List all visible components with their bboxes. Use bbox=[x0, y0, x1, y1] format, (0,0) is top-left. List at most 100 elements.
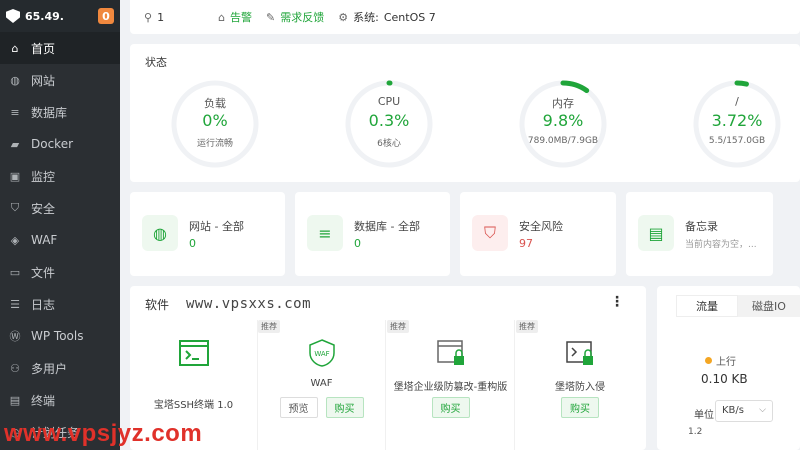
gauge-load[interactable]: 负载 0% 运行流畅 bbox=[170, 79, 260, 169]
bank-icon: ⌂ bbox=[218, 10, 226, 24]
software-name: WAF bbox=[310, 378, 333, 389]
sidebar-item-database[interactable]: ≡ 数据库 bbox=[0, 96, 120, 128]
upstream-legend: 上行 bbox=[705, 353, 736, 368]
software-name: 宝塔SSH终端 1.0 bbox=[153, 400, 234, 411]
sidebar-menu: ⌂ 首页 ◍ 网站 ≡ 数据库 ▰ Docker ▣ 监控 ⛉ 安全 ◈ WAF… bbox=[0, 32, 120, 448]
software-item[interactable]: 推荐 堡塔防入侵 购买 bbox=[516, 320, 644, 450]
terminal-icon bbox=[178, 340, 209, 366]
sidebar-item-website[interactable]: ◍ 网站 bbox=[0, 64, 120, 96]
sidebar-item-home[interactable]: ⌂ 首页 bbox=[0, 32, 120, 64]
sidebar-item-wp-tools[interactable]: Ⓦ WP Tools bbox=[0, 320, 120, 352]
overview-card-website[interactable]: ◍ 网站 - 全部 0 bbox=[130, 192, 285, 276]
sidebar-item-security[interactable]: ⛉ 安全 bbox=[0, 192, 120, 224]
overview-value[interactable]: 0 bbox=[189, 237, 196, 250]
y-axis-tick: 1.2 bbox=[688, 427, 703, 437]
status-title: 状态 bbox=[145, 56, 167, 69]
bt-logo-icon bbox=[6, 9, 20, 23]
home-icon: ⌂ bbox=[11, 41, 19, 55]
alert-link[interactable]: ⌂ 告警 bbox=[218, 9, 252, 25]
overview-value[interactable]: 当前内容为空，... bbox=[685, 237, 757, 250]
memo-icon: ▤ bbox=[638, 215, 674, 251]
software-item[interactable]: 推荐 WAF WAF 预览 购买 bbox=[258, 320, 386, 450]
overview-title: 数据库 - 全部 bbox=[354, 220, 420, 233]
unit-label: 单位 bbox=[694, 410, 714, 421]
gauge-value: 0% bbox=[202, 111, 228, 130]
sidebar-item-label: 首页 bbox=[31, 41, 56, 56]
waf-icon: ◈ bbox=[10, 233, 20, 247]
sidebar-item-monitor[interactable]: ▣ 监控 bbox=[0, 160, 120, 192]
sidebar-item-label: 终端 bbox=[31, 393, 56, 408]
overview-value[interactable]: 97 bbox=[519, 237, 533, 250]
overview-title: 备忘录 bbox=[685, 220, 718, 233]
buy-button[interactable]: 购买 bbox=[325, 397, 364, 418]
message-badge[interactable]: 0 bbox=[98, 8, 114, 24]
sidebar-item-multi-user[interactable]: ⚇ 多用户 bbox=[0, 352, 120, 384]
gauge-cpu[interactable]: CPU 0.3% 6核心 bbox=[344, 79, 434, 169]
system-label: 系统: bbox=[353, 11, 379, 24]
gauge-memory[interactable]: 内存 9.8% 789.0MB/7.9GB bbox=[518, 79, 608, 169]
user-name: 1 bbox=[157, 10, 165, 24]
chevron-down-icon: ⌵ bbox=[759, 405, 766, 415]
sidebar-item-label: 网站 bbox=[31, 73, 56, 88]
overview-value[interactable]: 0 bbox=[354, 237, 361, 250]
unit-select[interactable]: KB/s ⌵ bbox=[715, 400, 773, 422]
gauge-sub: 运行流畅 bbox=[196, 139, 233, 149]
terminal-icon: ▤ bbox=[9, 393, 21, 407]
gauge-label: CPU bbox=[377, 95, 401, 108]
software-buttons: 购买 bbox=[516, 397, 644, 418]
feedback-link[interactable]: ✎ 需求反馈 bbox=[266, 9, 324, 25]
gauge-value: 3.72% bbox=[711, 111, 763, 130]
tab-traffic[interactable]: 流量 bbox=[676, 295, 738, 317]
user-info[interactable]: ⚲ 1 bbox=[144, 11, 164, 24]
overview-card-security-risk[interactable]: ⛉ 安全风险 97 bbox=[460, 192, 616, 276]
sidebar-item-terminal[interactable]: ▤ 终端 bbox=[0, 384, 120, 416]
upstream-dot bbox=[705, 357, 712, 364]
software-title: 软件 bbox=[145, 298, 170, 312]
docker-icon: ▰ bbox=[10, 137, 20, 151]
status-panel: 状态 负载 0% 运行流畅 CPU 0.3% 6核心 内存 9.8% 789.0… bbox=[130, 44, 800, 182]
traffic-tabs: 流量 磁盘IO bbox=[676, 295, 800, 317]
database-icon: ≡ bbox=[10, 105, 20, 119]
sidebar-header: 65.49. 0 bbox=[0, 0, 120, 32]
svg-text:WAF: WAF bbox=[314, 350, 329, 358]
sidebar-item-label: 多用户 bbox=[31, 361, 68, 376]
topbar: ⚲ 1 ⌂ 告警 ✎ 需求反馈 ⚙ 系统: CentOS 7 bbox=[130, 0, 800, 34]
gauge-disk[interactable]: / 3.72% 5.5/157.0GB bbox=[692, 79, 782, 169]
tab-disk-io[interactable]: 磁盘IO bbox=[738, 295, 800, 317]
gauge-sub: 6核心 bbox=[377, 139, 401, 149]
sidebar-item-logs[interactable]: ☰ 日志 bbox=[0, 288, 120, 320]
overview-card-memo[interactable]: ▤ 备忘录 当前内容为空，... bbox=[626, 192, 773, 276]
shield-icon: ⛉ bbox=[10, 201, 20, 214]
overview-title: 网站 - 全部 bbox=[189, 220, 244, 233]
upstream-label: 上行 bbox=[716, 357, 736, 368]
sidebar-item-label: 监控 bbox=[31, 169, 56, 184]
folder-icon: ▭ bbox=[9, 265, 21, 279]
buy-button[interactable]: 购买 bbox=[561, 397, 599, 418]
sidebar-item-docker[interactable]: ▰ Docker bbox=[0, 128, 120, 160]
gauge-label: 内存 bbox=[552, 97, 574, 110]
software-name: 堡塔企业级防篡改-重构版 bbox=[393, 382, 508, 393]
sidebar-item-waf[interactable]: ◈ WAF bbox=[0, 224, 120, 256]
overview-card-database[interactable]: ≡ 数据库 - 全部 0 bbox=[295, 192, 450, 276]
waf-icon: WAF bbox=[308, 339, 335, 367]
sidebar-item-label: WP Tools bbox=[31, 329, 84, 343]
more-icon[interactable]: ⋮ bbox=[610, 294, 624, 310]
sidebar: 65.49. 0 ⌂ 首页 ◍ 网站 ≡ 数据库 ▰ Docker ▣ 监控 ⛉… bbox=[0, 0, 120, 450]
users-icon: ⚇ bbox=[10, 361, 20, 375]
edit-icon: ✎ bbox=[266, 10, 276, 24]
recommend-tag: 推荐 bbox=[516, 320, 538, 333]
sidebar-item-files[interactable]: ▭ 文件 bbox=[0, 256, 120, 288]
gauge-value: 9.8% bbox=[542, 111, 584, 130]
preview-button[interactable]: 预览 bbox=[279, 397, 318, 418]
software-buttons: 购买 bbox=[387, 397, 514, 418]
software-item[interactable]: 推荐 堡塔企业级防篡改-重构版 购买 bbox=[387, 320, 515, 450]
shield-alert-icon: ⛉ bbox=[472, 215, 508, 251]
user-icon: ⚲ bbox=[144, 10, 153, 24]
system-info: ⚙ 系统: CentOS 7 bbox=[338, 9, 435, 25]
watermark-brand: www.vpsjyz.com bbox=[4, 420, 203, 447]
sidebar-item-label: Docker bbox=[31, 137, 74, 151]
sidebar-item-label: 日志 bbox=[31, 297, 56, 312]
gear-icon: ⚙ bbox=[338, 10, 349, 24]
buy-button[interactable]: 购买 bbox=[431, 397, 470, 418]
gauge-label: / bbox=[735, 95, 739, 108]
